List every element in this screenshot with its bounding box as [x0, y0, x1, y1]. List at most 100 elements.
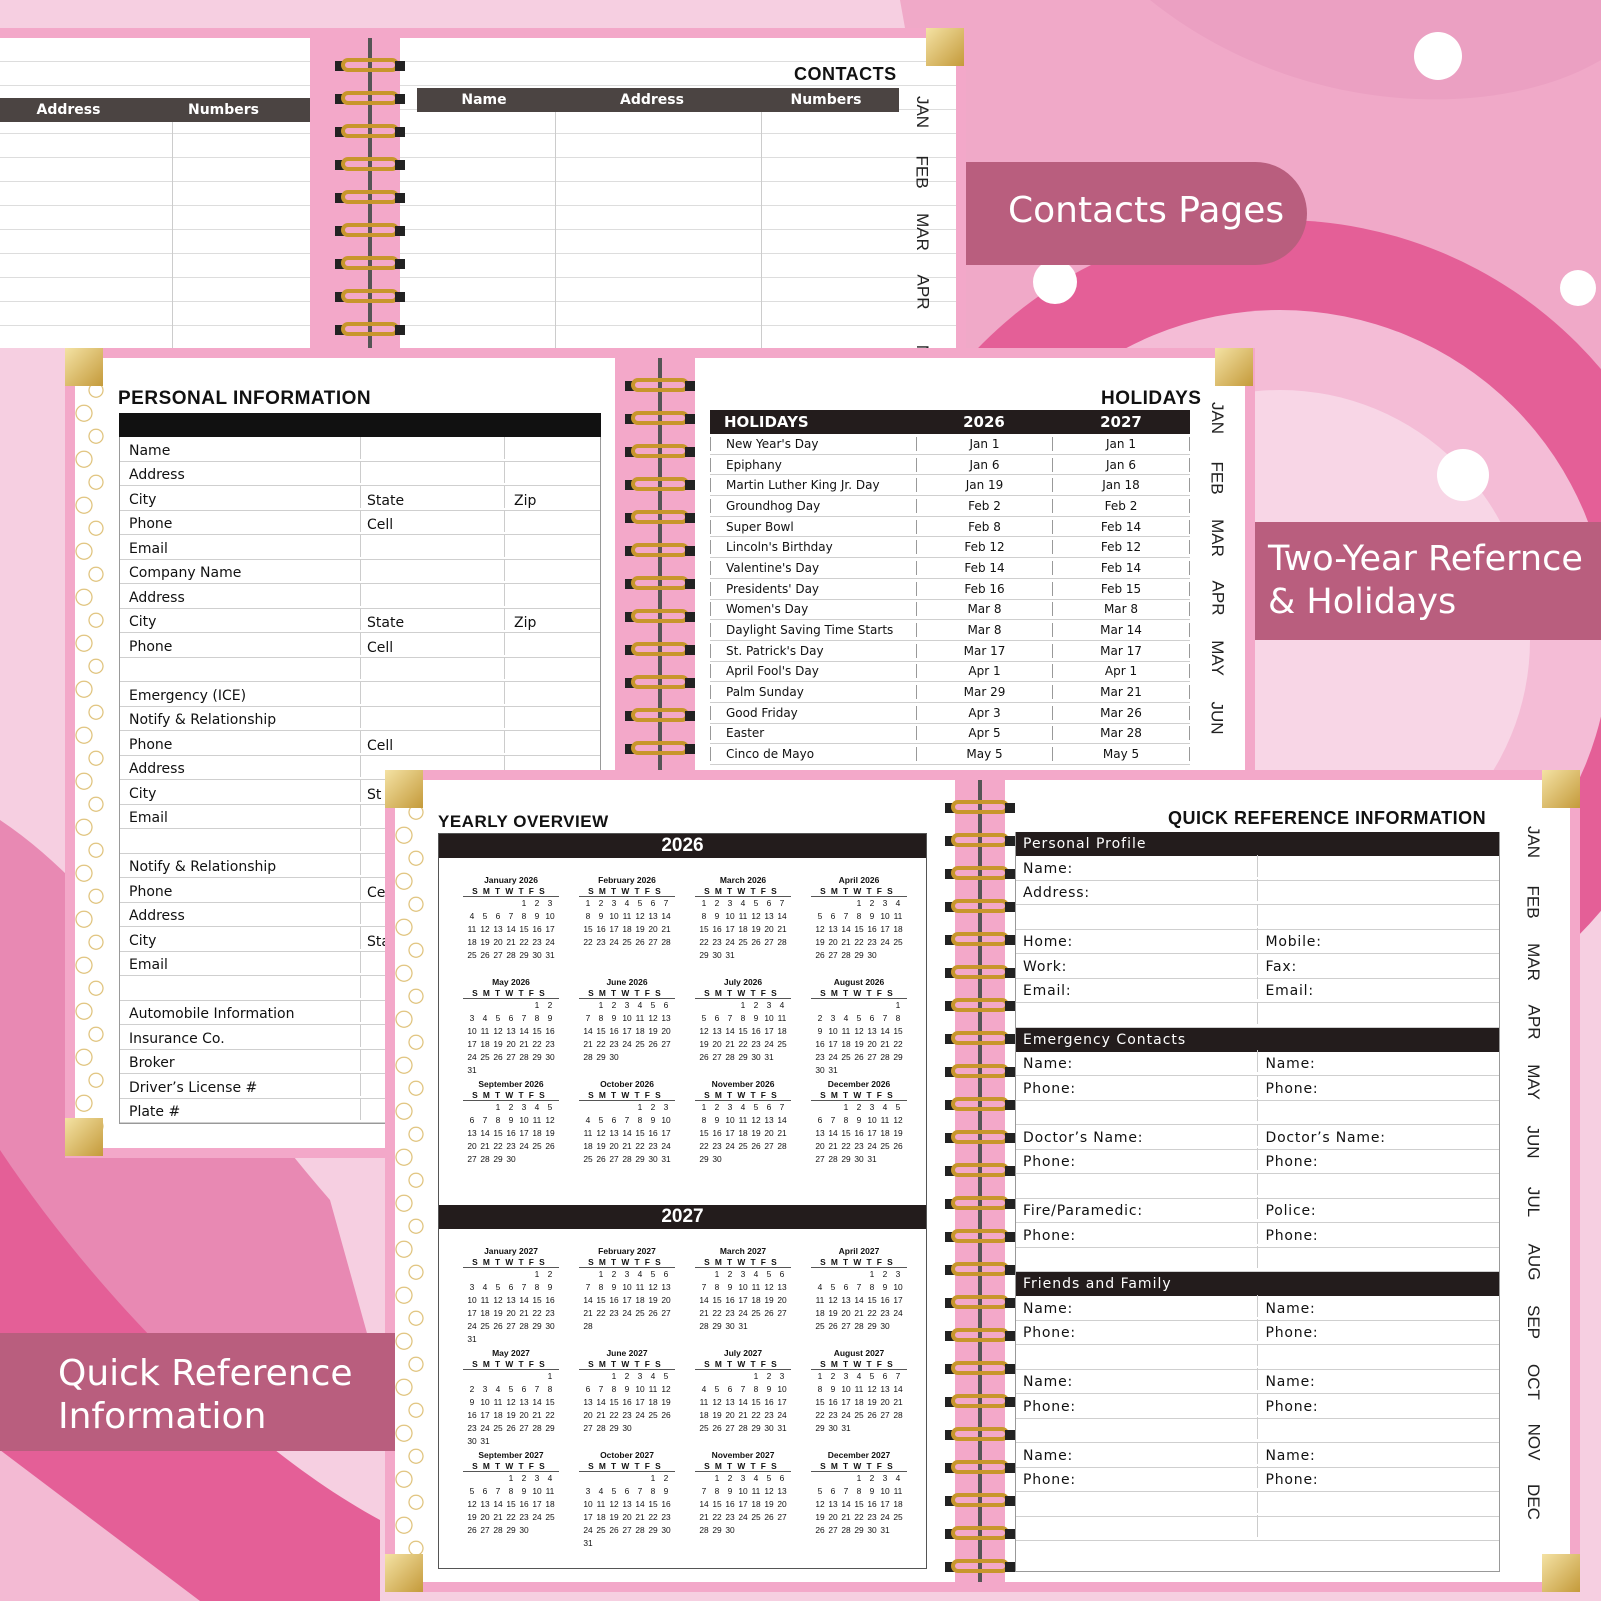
day: 7 — [624, 1115, 630, 1125]
holiday-date-2026: Apr 3 — [916, 705, 1052, 720]
tab-sep[interactable]: SEP — [1503, 1305, 1563, 1339]
gold-scroll-border — [75, 358, 105, 1148]
tab-jun[interactable]: JUN — [1187, 701, 1245, 734]
day: 6 — [830, 911, 836, 921]
tab-jun[interactable]: JUN — [1503, 1125, 1563, 1158]
day: 11 — [583, 1128, 593, 1138]
tab-feb[interactable]: FEB — [1187, 461, 1245, 494]
form-label — [1257, 1246, 1499, 1268]
blank-day — [827, 999, 840, 1012]
spiral-ring — [625, 708, 695, 724]
day: 12 — [648, 1282, 658, 1292]
form-label: Name: — [1023, 860, 1074, 877]
day: 24 — [880, 1512, 890, 1522]
day: 13 — [841, 1295, 851, 1305]
holiday-name: Presidents' Day — [710, 581, 916, 596]
day: 13 — [583, 1397, 593, 1407]
contacts-left-header: Address Numbers — [0, 98, 310, 122]
day: 17 — [622, 1026, 632, 1036]
tab-nov[interactable]: NOV — [1503, 1424, 1563, 1461]
day: 28 — [596, 1423, 606, 1433]
day: 18 — [893, 1499, 903, 1509]
day: 8 — [650, 1486, 656, 1496]
month-title: March 2026 — [719, 875, 767, 885]
form-label: Address — [129, 908, 185, 924]
day: 21 — [519, 1039, 529, 1049]
weekday-header: SMTWTFS — [811, 988, 907, 999]
tab-oct[interactable]: OCT — [1503, 1364, 1563, 1400]
holiday-date-2027: Mar 14 — [1052, 623, 1190, 638]
day: 30 — [854, 1154, 864, 1164]
tab-jul[interactable]: JUL — [1503, 1187, 1563, 1217]
month-calendar: March 2027 SMTWTFS 1 2 3 4 5 6 7 8 9 10 11 12 13 14 15 16… — [685, 1246, 801, 1348]
tab-may[interactable]: MAY — [1187, 640, 1245, 676]
holiday-name: Good Friday — [710, 705, 916, 720]
day: 9 — [869, 1486, 875, 1496]
form-label: Mobile: — [1257, 928, 1499, 950]
tab-apr[interactable]: APR — [892, 275, 952, 310]
tab-feb[interactable]: FEB — [1503, 885, 1563, 918]
day: 5 — [869, 1371, 875, 1381]
day: 7 — [779, 1102, 785, 1112]
day: 27 — [583, 1423, 593, 1433]
day: 26 — [699, 1052, 709, 1062]
month-days: 1 2 3 4 5 6 7 8 9 10 11 12 13 14 15 16 17 18 19 20 21 22 23 24 2… — [569, 1472, 685, 1550]
day: 20 — [867, 1039, 877, 1049]
ring-wire — [951, 1031, 1009, 1045]
day: 25 — [545, 1512, 555, 1522]
form-row: City State Zip — [120, 485, 600, 511]
day: 12 — [635, 911, 645, 921]
tab-apr[interactable]: APR — [1187, 581, 1245, 616]
tab-apr[interactable]: APR — [1503, 1005, 1563, 1040]
tab-dec[interactable]: DEC — [1503, 1484, 1563, 1520]
day: 31 — [828, 1065, 838, 1075]
tab-jan[interactable]: JAN — [1187, 402, 1245, 434]
form-row — [1016, 1417, 1499, 1443]
tab-mar[interactable]: MAR — [892, 213, 952, 251]
day: 9 — [547, 1013, 553, 1023]
day: 23 — [661, 1512, 671, 1522]
day: 3 — [663, 1102, 669, 1112]
day: 28 — [519, 1321, 529, 1331]
tab-mar[interactable]: MAR — [1187, 519, 1245, 557]
tab-feb[interactable]: FEB — [892, 155, 952, 188]
day: 9 — [882, 1282, 888, 1292]
spiral-ring — [335, 124, 405, 140]
ring-wire — [951, 1196, 1009, 1210]
day: 30 — [519, 1525, 529, 1535]
day: 5 — [547, 1102, 553, 1112]
weekday-header: SMTWTFS — [463, 1090, 559, 1101]
tab-jan[interactable]: JAN — [892, 96, 952, 128]
day: 10 — [661, 1115, 671, 1125]
form-label — [504, 730, 600, 753]
month-tabs: JAN FEB MAR APR M — [910, 82, 934, 348]
day: 22 — [532, 1039, 542, 1049]
tab-jan[interactable]: JAN — [1503, 826, 1563, 858]
ring-wire — [951, 1262, 1009, 1276]
day: 25 — [480, 1052, 490, 1062]
spiral-ring — [945, 1262, 1015, 1278]
tab-aug[interactable]: AUG — [1503, 1244, 1563, 1281]
day: 20 — [506, 1039, 516, 1049]
month-days: 1 2 3 4 5 6 7 8 9 10 11 12 13 14 15 16 17 18 19 20 21 22 23 24 2… — [569, 1268, 685, 1333]
day: 20 — [764, 924, 774, 934]
ring-wire — [631, 576, 689, 590]
day: 22 — [519, 937, 529, 947]
day: 27 — [815, 1154, 825, 1164]
day: 10 — [622, 1013, 632, 1023]
form-row — [1016, 1343, 1499, 1370]
tab-mar[interactable]: MAR — [1503, 943, 1563, 981]
day: 22 — [545, 1410, 555, 1420]
blank-day — [479, 1472, 492, 1485]
blank-day — [466, 897, 479, 910]
day: 26 — [764, 1512, 774, 1522]
day: 6 — [611, 1115, 617, 1125]
day: 7 — [856, 1282, 862, 1292]
form-row: Address — [120, 583, 600, 609]
tab-may[interactable]: MAY — [1503, 1064, 1563, 1100]
month-title: September 2026 — [478, 1079, 544, 1089]
day: 14 — [480, 1128, 490, 1138]
day: 21 — [777, 924, 787, 934]
holiday-row: Martin Luther King Jr. Day Jan 19 Jan 18 — [710, 475, 1190, 497]
day: 29 — [751, 1423, 761, 1433]
